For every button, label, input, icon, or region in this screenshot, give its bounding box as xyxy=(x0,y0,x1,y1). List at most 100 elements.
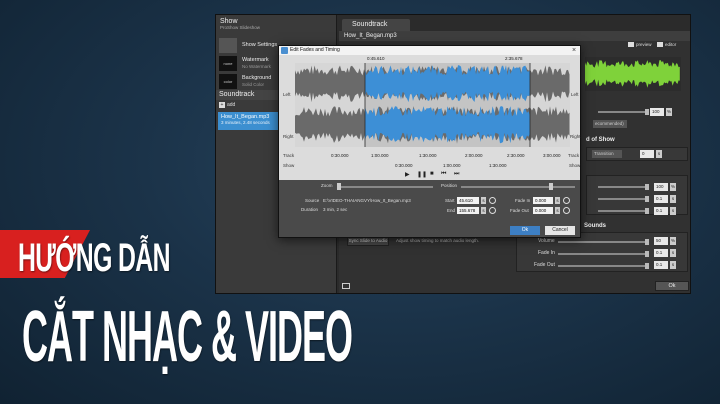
transition-dropdown[interactable]: Transition xyxy=(592,150,622,158)
source-label: Source xyxy=(305,198,320,203)
slide-fade-in-unit: s xyxy=(670,195,676,203)
time-tick: 1:30.000 xyxy=(419,153,437,158)
start-dial-icon[interactable] xyxy=(489,197,496,204)
duration-label: Duration xyxy=(301,207,319,212)
sidebar-subtitle: ProShow Slideshow xyxy=(220,25,261,30)
slide-volume-unit: % xyxy=(670,183,676,191)
sound-fade-in-slider[interactable] xyxy=(558,251,649,257)
background-thumbnail: color xyxy=(219,74,237,89)
editor-icon xyxy=(657,42,663,48)
slide-fade-in-field[interactable]: 0.1 xyxy=(654,195,668,203)
previous-icon[interactable]: ⏮ xyxy=(441,171,446,178)
banner-title-line2: CẮT NHẠC & VIDEO xyxy=(22,297,353,377)
show-timeline-label-right: Show xyxy=(569,163,581,168)
source-path: E:\VIDEO-THAIANGVY\How_It_Began.mp3 xyxy=(323,198,411,203)
sidebar-title: Show xyxy=(220,18,238,25)
sound-fade-out-slider[interactable] xyxy=(558,263,649,269)
sound-fade-in-field[interactable]: 0.1 xyxy=(654,249,668,257)
stop-icon[interactable]: ■ xyxy=(430,171,434,177)
play-icon[interactable]: ▶ xyxy=(405,171,410,178)
fade-in-field[interactable]: 0.000 xyxy=(533,197,553,204)
pause-icon[interactable]: ❚❚ xyxy=(417,171,427,178)
slide-fade-out-field[interactable]: 0.1 xyxy=(654,207,668,215)
next-icon[interactable]: ⏭ xyxy=(454,171,459,178)
fade-out-dial-icon[interactable] xyxy=(563,207,570,214)
zoom-slider-handle[interactable] xyxy=(337,183,341,190)
add-icon: + xyxy=(219,102,225,108)
sound-volume-label: Volume xyxy=(538,238,555,244)
zoom-label: Zoom xyxy=(321,183,333,188)
editor-button[interactable]: editor xyxy=(657,42,676,48)
volume-unit: % xyxy=(666,108,672,116)
play-icon xyxy=(628,42,634,48)
preview-button[interactable]: preview xyxy=(628,42,652,48)
time-tick: 3:00.000 xyxy=(543,153,561,158)
add-label: add xyxy=(227,102,236,108)
track-title-strip: How_It_Began.mp3 xyxy=(339,31,690,41)
slide-fade-out-slider[interactable] xyxy=(598,208,649,214)
sidebar-item-label: Background xyxy=(242,75,272,81)
left-channel-label: Left xyxy=(283,92,291,97)
sync-description: Adjust show timing to match audio length… xyxy=(396,238,480,243)
right-channel-label-right: Right xyxy=(570,134,581,139)
transition-time-field[interactable]: 0 xyxy=(640,150,654,158)
volume-field[interactable]: 100 xyxy=(650,108,664,116)
preview-label: preview xyxy=(636,42,652,47)
sound-fade-out-field[interactable]: 0.1 xyxy=(654,261,668,269)
watermark-thumbnail: none xyxy=(219,56,237,71)
soundtrack-waveform-preview xyxy=(585,57,681,91)
track-timeline-label-right: Track xyxy=(568,153,580,158)
sidebar-item-label: Watermark xyxy=(242,57,269,63)
banner-title-line1: HƯỚNG DẪN xyxy=(18,236,171,280)
sound-volume-slider[interactable] xyxy=(558,239,649,245)
dialog-ok-button[interactable]: Ok xyxy=(510,226,540,235)
position-label: Position xyxy=(441,183,458,188)
fade-out-field[interactable]: 0.000 xyxy=(533,207,553,214)
fade-in-label: Fade In xyxy=(515,198,531,203)
sound-fade-out-unit: s xyxy=(670,261,676,269)
sounds-header: Sounds xyxy=(584,223,606,229)
dialog-cancel-button[interactable]: Cancel xyxy=(545,226,575,235)
add-track-button[interactable]: + add xyxy=(219,102,235,108)
sound-volume-field[interactable]: 50 xyxy=(654,237,668,245)
track-timeline-label: Track xyxy=(283,153,295,158)
slide-volume-field[interactable]: 100 xyxy=(654,183,668,191)
screen-icon[interactable] xyxy=(342,283,350,289)
sidebar-item-sublabel: Solid Color xyxy=(242,82,265,87)
start-field[interactable]: 45.610 xyxy=(457,197,479,204)
slide-fade-in-slider[interactable] xyxy=(598,196,649,202)
fade-out-unit: s xyxy=(555,207,560,214)
time-tick: 2:00.000 xyxy=(465,153,483,158)
end-field[interactable]: 155.678 xyxy=(457,207,479,214)
sound-fade-out-label: Fade Out xyxy=(534,262,555,268)
end-dial-icon[interactable] xyxy=(489,207,496,214)
fade-in-unit: s xyxy=(555,197,560,204)
transition-time-unit: s xyxy=(656,150,662,158)
slide-volume-slider[interactable] xyxy=(598,184,649,190)
time-tick: 2:30.000 xyxy=(507,153,525,158)
sound-fade-in-label: Fade In xyxy=(538,250,555,256)
show-settings-thumbnail xyxy=(219,38,237,53)
end-label: End xyxy=(447,208,456,213)
tab-soundtrack[interactable]: Soundtrack xyxy=(342,19,410,31)
fade-in-dial-icon[interactable] xyxy=(563,197,570,204)
transport-bar: ▶ ❚❚ ■ ⏮ ⏭ xyxy=(279,170,580,180)
edit-fades-dialog: Edit Fades and Timing × 0:45.610 2:35.67… xyxy=(278,45,581,238)
ok-button[interactable]: Ok xyxy=(655,281,689,291)
show-timeline-label: Show xyxy=(283,163,295,168)
timing-dropdown[interactable]: ecommended) xyxy=(593,120,627,128)
end-of-show-header: d of Show xyxy=(586,137,615,143)
slide-fade-out-unit: s xyxy=(670,207,676,215)
position-slider-handle[interactable] xyxy=(549,183,553,190)
right-channel-label: Right xyxy=(283,134,294,139)
waveform-graphic[interactable] xyxy=(295,59,570,147)
waveform-editor[interactable]: 0:45.610 2:35.678 Left Right Left Right … xyxy=(279,55,581,171)
zoom-slider[interactable] xyxy=(337,186,433,188)
sidebar-item-sublabel: No Watermark xyxy=(242,64,271,69)
waveform-preview-graphic xyxy=(585,57,681,91)
close-icon[interactable]: × xyxy=(572,46,576,55)
volume-slider[interactable] xyxy=(598,109,649,115)
show-tick: 1:00.000 xyxy=(443,163,461,168)
position-slider[interactable] xyxy=(461,186,575,188)
sidebar-item-label: Show Settings xyxy=(242,42,278,48)
